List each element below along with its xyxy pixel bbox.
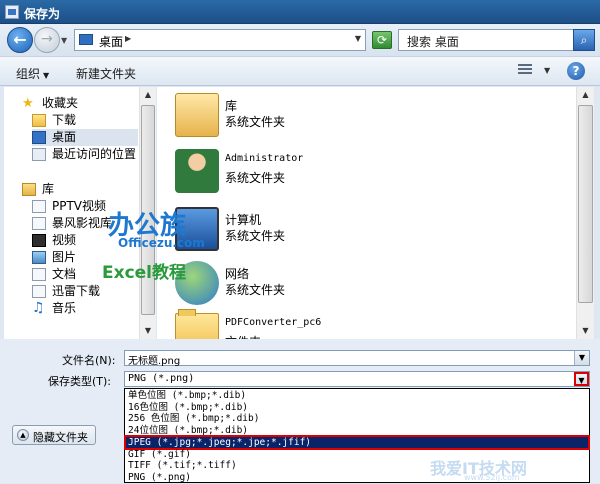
title-bar: 保存为 xyxy=(0,0,600,24)
filetype-option[interactable]: 256 色位图 (*.bmp;*.dib) xyxy=(126,413,588,425)
nav-label: 桌面 xyxy=(52,130,77,144)
picture-icon xyxy=(32,251,46,264)
organize-label: 组织 xyxy=(16,67,41,81)
nav-label: 暴风影视库 xyxy=(52,216,113,230)
organize-button[interactable]: 组织 ▼ xyxy=(16,65,49,82)
scroll-up-icon[interactable]: ▲ xyxy=(577,87,594,103)
file-item-libraries[interactable]: 库 系统文件夹 xyxy=(157,89,557,143)
view-dropdown-icon[interactable]: ▼ xyxy=(544,66,550,75)
filename-value: 无标题.png xyxy=(128,356,181,367)
file-list: 库 系统文件夹 Administrator 系统文件夹 计算机 系统文件夹 网络… xyxy=(157,87,576,339)
nav-item-music[interactable]: ♫ 音乐 xyxy=(32,300,132,317)
desktop-icon xyxy=(32,131,46,144)
toolbar: 组织 ▼ 新建文件夹 ▼ ? xyxy=(0,56,600,86)
filetype-option[interactable]: 16色位图 (*.bmp;*.dib) xyxy=(126,402,588,414)
scroll-down-icon[interactable]: ▼ xyxy=(577,323,594,339)
address-dropdown-icon[interactable]: ▼ xyxy=(355,34,361,43)
search-input[interactable]: 搜索 桌面 xyxy=(398,29,574,51)
new-folder-button[interactable]: 新建文件夹 xyxy=(76,65,136,82)
desktop-icon xyxy=(79,34,93,45)
filetype-value: PNG (*.png) xyxy=(128,373,195,384)
nav-item-libraries[interactable]: 库 xyxy=(22,181,132,198)
file-type: 系统文件夹 xyxy=(225,115,286,129)
filetype-select[interactable]: PNG (*.png) ▼ xyxy=(124,371,590,387)
filetype-option[interactable]: 单色位图 (*.bmp;*.dib) xyxy=(126,390,588,402)
recent-icon xyxy=(32,148,46,161)
nav-label: PPTV视频 xyxy=(52,199,107,213)
file-item-network[interactable]: 网络 系统文件夹 xyxy=(157,257,557,311)
nav-item-recent-places[interactable]: 最近访问的位置 xyxy=(32,146,138,163)
file-name: PDFConverter_pc6 xyxy=(225,317,322,328)
forward-button[interactable]: → xyxy=(34,27,60,53)
nav-item-downloads[interactable]: 下载 xyxy=(32,112,132,129)
search-placeholder: 搜索 桌面 xyxy=(407,35,459,49)
chevron-down-icon[interactable]: ▼ xyxy=(574,351,589,365)
file-item-computer[interactable]: 计算机 系统文件夹 xyxy=(157,203,557,257)
document-icon xyxy=(32,285,46,298)
recent-locations-dropdown[interactable]: ▼ xyxy=(61,36,67,45)
video-icon xyxy=(32,234,46,247)
filename-label: 文件名(N): xyxy=(62,354,116,367)
address-location: 桌面 xyxy=(99,35,124,49)
file-name: Administrator xyxy=(225,153,304,164)
paint-app-icon xyxy=(5,5,19,19)
hide-folders-label: 隐藏文件夹 xyxy=(33,431,88,444)
help-button[interactable]: ? xyxy=(567,62,585,80)
folder-icon xyxy=(32,114,46,127)
scroll-thumb[interactable] xyxy=(578,105,593,303)
file-item-administrator[interactable]: Administrator 系统文件夹 xyxy=(157,145,557,199)
scroll-down-icon[interactable]: ▼ xyxy=(140,323,156,339)
document-icon xyxy=(32,217,46,230)
library-icon xyxy=(22,183,36,196)
view-options-icon[interactable] xyxy=(518,64,532,78)
nav-label: 下载 xyxy=(52,113,77,127)
nav-label: 迅雷下载 xyxy=(52,284,101,298)
window-title: 保存为 xyxy=(24,7,61,21)
chevron-up-icon: ▲ xyxy=(17,429,29,441)
library-icon xyxy=(175,93,219,137)
file-name: 库 xyxy=(225,99,238,113)
scroll-up-icon[interactable]: ▲ xyxy=(140,87,156,103)
nav-label: 图片 xyxy=(52,250,77,264)
watermark-brand-tag: Excel教程 xyxy=(102,263,187,283)
music-icon: ♫ xyxy=(32,300,45,316)
nav-item-desktop[interactable]: 桌面 xyxy=(32,129,138,146)
nav-label: 音乐 xyxy=(52,301,77,315)
filetype-option-selected[interactable]: JPEG (*.jpg;*.jpeg;*.jpe;*.jfif) xyxy=(124,434,590,451)
filename-field[interactable]: 无标题.png ▼ xyxy=(124,350,590,367)
filetype-option[interactable]: 24位位图 (*.bmp;*.dib) xyxy=(126,425,588,437)
file-list-scrollbar[interactable]: ▲ ▼ xyxy=(576,87,594,339)
chevron-down-icon: ▼ xyxy=(43,71,50,80)
file-type: 系统文件夹 xyxy=(225,229,286,243)
nav-label: 最近访问的位置 xyxy=(52,147,137,161)
file-item-pdfconverter[interactable]: PDFConverter_pc6 文件夹 xyxy=(157,309,557,339)
nav-label: 库 xyxy=(42,182,55,196)
nav-item-favorites[interactable]: ★ 收藏夹 xyxy=(22,95,132,112)
folder-icon xyxy=(175,309,219,339)
breadcrumb-arrow-icon[interactable]: ▶ xyxy=(125,34,131,43)
file-type: 系统文件夹 xyxy=(225,283,286,297)
nav-label: 视频 xyxy=(52,233,77,247)
document-icon xyxy=(32,200,46,213)
address-field[interactable]: 桌面 ▶ ▼ xyxy=(74,29,366,51)
refresh-button[interactable]: ⟳ xyxy=(372,31,392,49)
watermark-site-url: www.52ij.com xyxy=(464,473,520,482)
filetype-label: 保存类型(T): xyxy=(48,375,112,388)
document-icon xyxy=(32,268,46,281)
nav-item-xunlei[interactable]: 迅雷下载 xyxy=(32,283,132,300)
user-folder-icon xyxy=(175,149,219,193)
hide-folders-button[interactable]: ▲ 隐藏文件夹 xyxy=(12,425,96,445)
address-bar: ← → ▼ 桌面 ▶ ▼ ⟳ 搜索 桌面 ⌕ xyxy=(0,24,600,56)
nav-label: 收藏夹 xyxy=(42,96,79,110)
star-icon: ★ xyxy=(22,96,34,111)
nav-label: 文档 xyxy=(52,267,77,281)
back-button[interactable]: ← xyxy=(7,27,33,53)
file-name: 计算机 xyxy=(225,213,262,227)
file-name: 网络 xyxy=(225,267,250,281)
chevron-down-icon[interactable]: ▼ xyxy=(574,372,589,386)
watermark-brand-site: Officezu.com xyxy=(118,236,205,250)
file-type: 系统文件夹 xyxy=(225,171,286,185)
search-button[interactable]: ⌕ xyxy=(573,29,595,51)
